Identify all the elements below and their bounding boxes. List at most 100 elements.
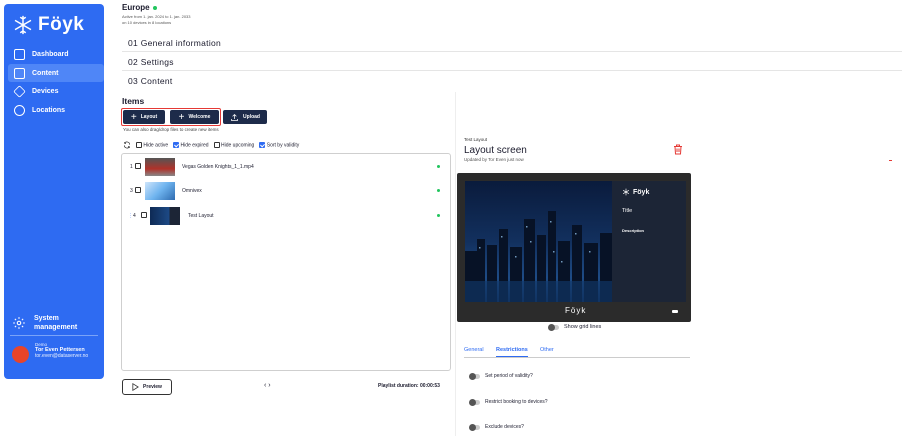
sidebar-item-devices[interactable]: Devices xyxy=(8,82,104,100)
add-layout-button[interactable]: + Layout xyxy=(123,110,165,124)
list-item[interactable]: 3 Omnivex xyxy=(122,180,450,202)
items-heading: Items xyxy=(122,96,145,106)
system-label: System xyxy=(34,315,59,322)
page-title: Europe xyxy=(122,3,157,12)
sidebar-divider xyxy=(10,335,98,336)
upload-button[interactable]: Upload xyxy=(223,110,267,124)
filter-hide-upcoming[interactable]: Hide upcoming xyxy=(213,141,255,149)
snowflake-logo-icon xyxy=(14,15,32,35)
sidebar: Föyk Dashboard Content Devices Locations… xyxy=(4,4,104,379)
status-dot xyxy=(152,5,157,10)
checkbox[interactable] xyxy=(259,141,266,148)
user-org: Demo xyxy=(35,342,48,347)
preview-button[interactable]: Preview xyxy=(122,379,172,395)
filter-label: Hide upcoming xyxy=(220,142,255,149)
tab-other[interactable]: Other xyxy=(540,347,554,353)
list-item[interactable]: 1 Vegas Golden Knights_1_1.mp4 xyxy=(122,156,450,178)
item-name: Vegas Golden Knights_1_1.mp4 xyxy=(182,164,254,170)
pager-arrows[interactable]: ‹ › xyxy=(264,382,271,389)
section-label: 03 Content xyxy=(128,76,173,86)
tab-general[interactable]: General xyxy=(464,347,484,353)
active-range: Active from 1. jan. 2024 to 1. jan. 2033 xyxy=(122,14,191,19)
upload-icon xyxy=(231,113,238,121)
drag-drop-hint: You can also drag/drop files to create n… xyxy=(123,127,219,132)
filter-bar: Hide active Hide expired Hide upcoming S… xyxy=(123,141,299,149)
detail-title: Layout screen xyxy=(464,145,527,156)
item-thumbnail xyxy=(145,158,175,176)
option-validity-period[interactable]: Set period of validity? xyxy=(469,372,533,380)
image-icon xyxy=(14,67,25,79)
preview-logo: Föyk xyxy=(622,188,649,196)
preview-side-panel: Föyk Title Description xyxy=(612,181,686,302)
plus-icon: + xyxy=(130,111,137,123)
panel-divider xyxy=(455,92,456,436)
snowflake-logo-icon xyxy=(622,188,630,196)
avatar xyxy=(12,346,29,363)
toggle-switch[interactable] xyxy=(469,398,480,406)
sidebar-item-label: Devices xyxy=(32,87,59,95)
row-checkbox[interactable] xyxy=(135,187,141,193)
checkbox[interactable] xyxy=(136,141,142,148)
item-thumbnail xyxy=(150,207,180,225)
status-dot xyxy=(437,214,440,217)
item-number: 3 xyxy=(130,188,133,194)
devices-info: on 10 devices in 8 locations xyxy=(122,20,172,25)
city-skyline-image xyxy=(465,181,612,302)
status-dot xyxy=(437,189,440,192)
section-settings[interactable]: 02 Settings xyxy=(122,53,902,71)
sidebar-item-dashboard[interactable]: Dashboard xyxy=(8,45,104,63)
item-number: 1 xyxy=(130,164,133,170)
refresh-icon[interactable] xyxy=(123,141,131,149)
tab-restrictions[interactable]: Restrictions xyxy=(496,347,528,357)
item-type-label: Test Layout xyxy=(464,137,488,142)
list-item[interactable]: ⋮ 4 Test Layout xyxy=(122,205,450,227)
add-welcome-button[interactable]: + Welcome xyxy=(170,110,219,124)
option-label: Set period of validity? xyxy=(485,373,533,379)
logo[interactable]: Föyk xyxy=(12,14,84,36)
location-icon xyxy=(14,104,25,116)
playlist-duration: Playlist duration: 00:00:53 xyxy=(378,383,440,389)
gear-icon xyxy=(13,317,25,329)
item-thumbnail xyxy=(145,182,175,200)
section-general-information[interactable]: 01 General information xyxy=(122,34,902,52)
option-exclude-devices[interactable]: Exclude devices? xyxy=(469,423,524,431)
row-checkbox[interactable] xyxy=(141,212,147,218)
toggle-switch[interactable] xyxy=(469,423,480,431)
sidebar-item-locations[interactable]: Locations xyxy=(8,101,104,119)
logo-text: Föyk xyxy=(38,14,85,35)
trash-icon[interactable] xyxy=(673,144,683,155)
item-name: Test Layout xyxy=(188,213,214,219)
button-label: Preview xyxy=(143,384,162,390)
filter-hide-expired[interactable]: Hide expired xyxy=(173,141,209,148)
filter-label: Sort by validity xyxy=(266,142,300,149)
sidebar-item-label: Dashboard xyxy=(32,50,69,58)
page-title-text: Europe xyxy=(122,3,150,12)
user-profile[interactable]: Demo Tor Even Pettersen tor.even@dataser… xyxy=(12,342,88,363)
toggle-switch[interactable] xyxy=(548,323,559,331)
management-label: management xyxy=(34,324,78,331)
section-content[interactable]: 03 Content xyxy=(122,72,902,90)
chart-icon xyxy=(14,48,25,60)
filter-hide-active[interactable]: Hide active xyxy=(136,141,169,149)
system-management-link[interactable]: System management xyxy=(12,314,77,332)
checkbox[interactable] xyxy=(213,141,220,148)
filter-sort-validity[interactable]: Sort by validity xyxy=(259,141,300,149)
marker xyxy=(889,160,892,161)
item-number: 4 xyxy=(133,213,136,219)
section-label: 02 Settings xyxy=(128,57,174,67)
user-email: tor.even@dataserver.no xyxy=(35,353,89,359)
checkbox[interactable] xyxy=(173,141,180,148)
option-restrict-booking[interactable]: Restrict booking to devices? xyxy=(469,398,548,406)
filter-label: Hide active xyxy=(143,142,169,149)
toggle-switch[interactable] xyxy=(469,372,480,380)
button-label: Welcome xyxy=(188,114,211,120)
updated-by: Updated by Tor Even just now xyxy=(464,157,524,162)
row-checkbox[interactable] xyxy=(135,163,141,169)
button-label: Layout xyxy=(140,114,158,120)
show-grid-lines-toggle[interactable]: Show grid lines xyxy=(548,323,601,331)
section-label: 01 General information xyxy=(128,38,222,48)
skyline-graphic xyxy=(465,211,612,302)
items-list: 1 Vegas Golden Knights_1_1.mp4 3 Omnivex… xyxy=(121,153,451,371)
sidebar-item-content[interactable]: Content xyxy=(8,64,104,82)
item-name: Omnivex xyxy=(182,188,202,194)
